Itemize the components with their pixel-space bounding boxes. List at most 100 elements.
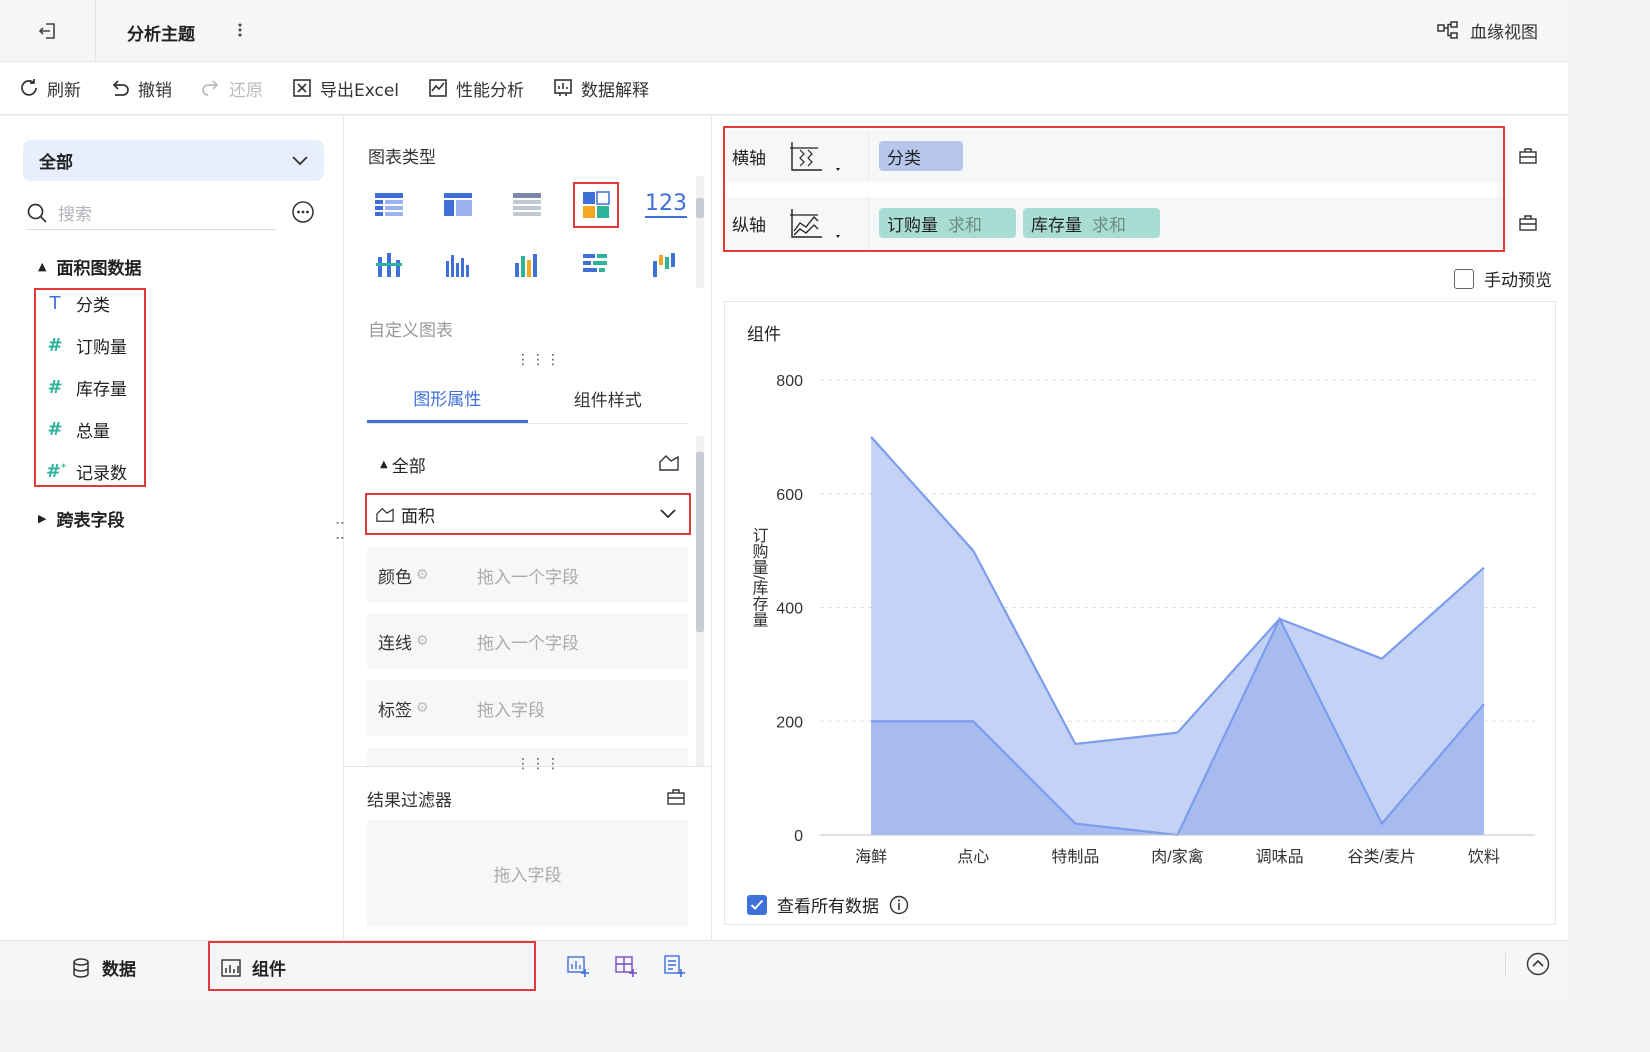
add-component-button[interactable] <box>566 954 590 978</box>
area-chart: 0 200 400 600 800 海鲜 点心 特制品 肉/家禽 调味品 谷类/麦片 饮料 订购量/库存… <box>750 373 1535 866</box>
column-chart-type[interactable] <box>437 244 479 286</box>
filter-placeholder: 拖入字段 <box>493 865 562 886</box>
toolbox-icon <box>1519 148 1537 164</box>
page-title: 分析主题 <box>127 25 195 45</box>
more-circle-icon <box>292 201 314 223</box>
tab-component-style[interactable]: 组件样式 <box>528 374 689 423</box>
folder-cross-table[interactable]: ▶ 跨表字段 <box>38 506 124 531</box>
filter-drop-zone[interactable]: 拖入字段 <box>367 820 688 926</box>
collapse-button[interactable] <box>1526 952 1550 976</box>
mark-type-select[interactable]: 面积 <box>367 494 688 534</box>
undo-icon <box>112 80 129 96</box>
settings-icon: ⚙ <box>416 700 429 716</box>
number-field-icon: # <box>47 419 63 440</box>
field-total[interactable]: # 总量 <box>46 417 110 442</box>
scope-select[interactable]: 全部 <box>23 140 324 181</box>
data-tab[interactable]: 数据 <box>70 955 136 980</box>
search-field[interactable]: 搜索 <box>26 196 276 230</box>
data-explain-button[interactable]: 数据解释 <box>552 76 649 101</box>
line-drop-row[interactable]: 连线 ⚙ 拖入一个字段 <box>367 613 688 669</box>
field-record-count[interactable]: #* 记录数 <box>46 459 127 484</box>
x-axis-field-pill[interactable]: 分类 <box>879 141 963 171</box>
all-properties-group[interactable]: ▲ 全部 <box>380 452 426 477</box>
x-tick-label: 海鲜 <box>855 848 887 866</box>
field-stock-qty[interactable]: # 库存量 <box>46 375 127 400</box>
y-axis-field-pill[interactable]: 订购量 求和 <box>879 208 1016 238</box>
component-tab-label: 组件 <box>252 960 286 980</box>
custom-chart-label: 自定义图表 <box>368 321 453 341</box>
view-all-data-toggle[interactable]: 查看所有数据 <box>747 892 909 917</box>
lineage-view-button[interactable]: 血缘视图 <box>1436 18 1538 43</box>
x-tick-label: 点心 <box>957 848 989 866</box>
x-axis-row: 横轴 分类 <box>726 130 1506 182</box>
x-axis-clear-button[interactable] <box>1518 147 1538 165</box>
toolbar: 刷新 撤销 还原 导出Excel 性能分析 数据解释 <box>0 62 1568 115</box>
performance-analysis-button[interactable]: 性能分析 <box>427 76 524 101</box>
export-excel-button[interactable]: 导出Excel <box>291 76 399 101</box>
folder-cross-table-label: 跨表字段 <box>56 511 125 531</box>
area-mark-icon-button[interactable] <box>658 452 680 472</box>
x-axis-type-button[interactable] <box>788 140 844 176</box>
axis-continuous-icon <box>790 142 840 171</box>
x-axis-drop-zone[interactable]: 分类 <box>868 130 1504 182</box>
x-tick-label: 谷类/麦片 <box>1348 848 1416 866</box>
table-icon <box>375 193 403 216</box>
y-tick-label: 600 <box>776 487 803 504</box>
color-drop-row[interactable]: 颜色 ⚙ 拖入一个字段 <box>367 547 688 603</box>
folder-area-data[interactable]: ▲ 面积图数据 <box>38 254 141 279</box>
tab-graph-properties[interactable]: 图形属性 <box>367 374 528 423</box>
redo-button[interactable]: 还原 <box>200 76 263 101</box>
custom-chart-type-selected[interactable] <box>575 184 617 226</box>
x-tick-label: 特制品 <box>1051 848 1099 866</box>
table-chart-type[interactable] <box>368 184 410 226</box>
exit-button[interactable] <box>0 0 96 62</box>
view-all-data-checkbox[interactable] <box>747 894 767 915</box>
explain-label: 数据解释 <box>581 80 650 101</box>
section-resize-handle[interactable]: ⋮⋮⋮ <box>516 352 561 368</box>
waterfall-chart-type[interactable] <box>644 244 686 286</box>
section-resize-handle[interactable]: ⋮⋮⋮ <box>516 756 561 772</box>
add-chart-icon <box>567 956 589 977</box>
field-label: 记录数 <box>76 464 127 484</box>
label-drop-row[interactable]: 标签 ⚙ 拖入字段 <box>367 680 688 736</box>
multi-color-column-chart-type[interactable] <box>506 244 548 286</box>
manual-preview-checkbox[interactable] <box>1454 268 1474 289</box>
search-more-button[interactable] <box>291 200 315 224</box>
search-placeholder: 搜索 <box>58 205 92 225</box>
vertical-dots-icon <box>238 23 242 37</box>
detail-table-chart-type[interactable] <box>506 184 548 226</box>
field-category[interactable]: T 分类 <box>46 291 111 316</box>
more-options-button[interactable] <box>232 18 248 42</box>
y-axis-drop-zone[interactable]: 订购量 求和 库存量 求和 <box>868 197 1504 249</box>
caret-down-icon: ▲ <box>380 459 388 470</box>
kpi-chart-type[interactable]: 123 <box>644 184 688 226</box>
undo-label: 撤销 <box>138 80 172 101</box>
undo-button[interactable]: 撤销 <box>109 76 172 101</box>
filter-clear-button[interactable] <box>666 788 686 806</box>
bar-chart-type[interactable] <box>575 244 617 286</box>
grouped-bar-chart-type[interactable] <box>368 244 410 286</box>
y-axis-type-button[interactable] <box>788 207 844 243</box>
component-tab[interactable]: 组件 <box>220 955 286 980</box>
x-tick-label: 调味品 <box>1256 848 1304 866</box>
chart-type-scrollbar[interactable] <box>696 176 704 288</box>
field-order-qty[interactable]: # 订购量 <box>46 333 127 358</box>
waterfall-icon <box>653 253 675 277</box>
all-properties-label: 全部 <box>391 457 426 477</box>
number-icon: 123 <box>645 191 687 218</box>
chart-type-title: 图表类型 <box>368 148 436 168</box>
add-dashboard-button[interactable] <box>614 954 638 978</box>
properties-scrollbar[interactable] <box>696 436 704 766</box>
pill-label: 库存量 <box>1031 215 1082 236</box>
pivot-table-chart-type[interactable] <box>437 184 479 226</box>
mark-type-value: 面积 <box>401 506 435 527</box>
toolbox-icon <box>1519 215 1537 231</box>
refresh-button[interactable]: 刷新 <box>18 76 81 101</box>
add-report-button[interactable] <box>662 954 686 978</box>
y-axis-field-pill[interactable]: 库存量 求和 <box>1023 208 1160 238</box>
refresh-icon <box>21 79 37 96</box>
view-all-data-label: 查看所有数据 <box>777 897 879 917</box>
manual-preview-toggle[interactable]: 手动预览 <box>1454 266 1552 291</box>
y-axis-clear-button[interactable] <box>1518 214 1538 232</box>
data-tab-label: 数据 <box>102 960 136 980</box>
